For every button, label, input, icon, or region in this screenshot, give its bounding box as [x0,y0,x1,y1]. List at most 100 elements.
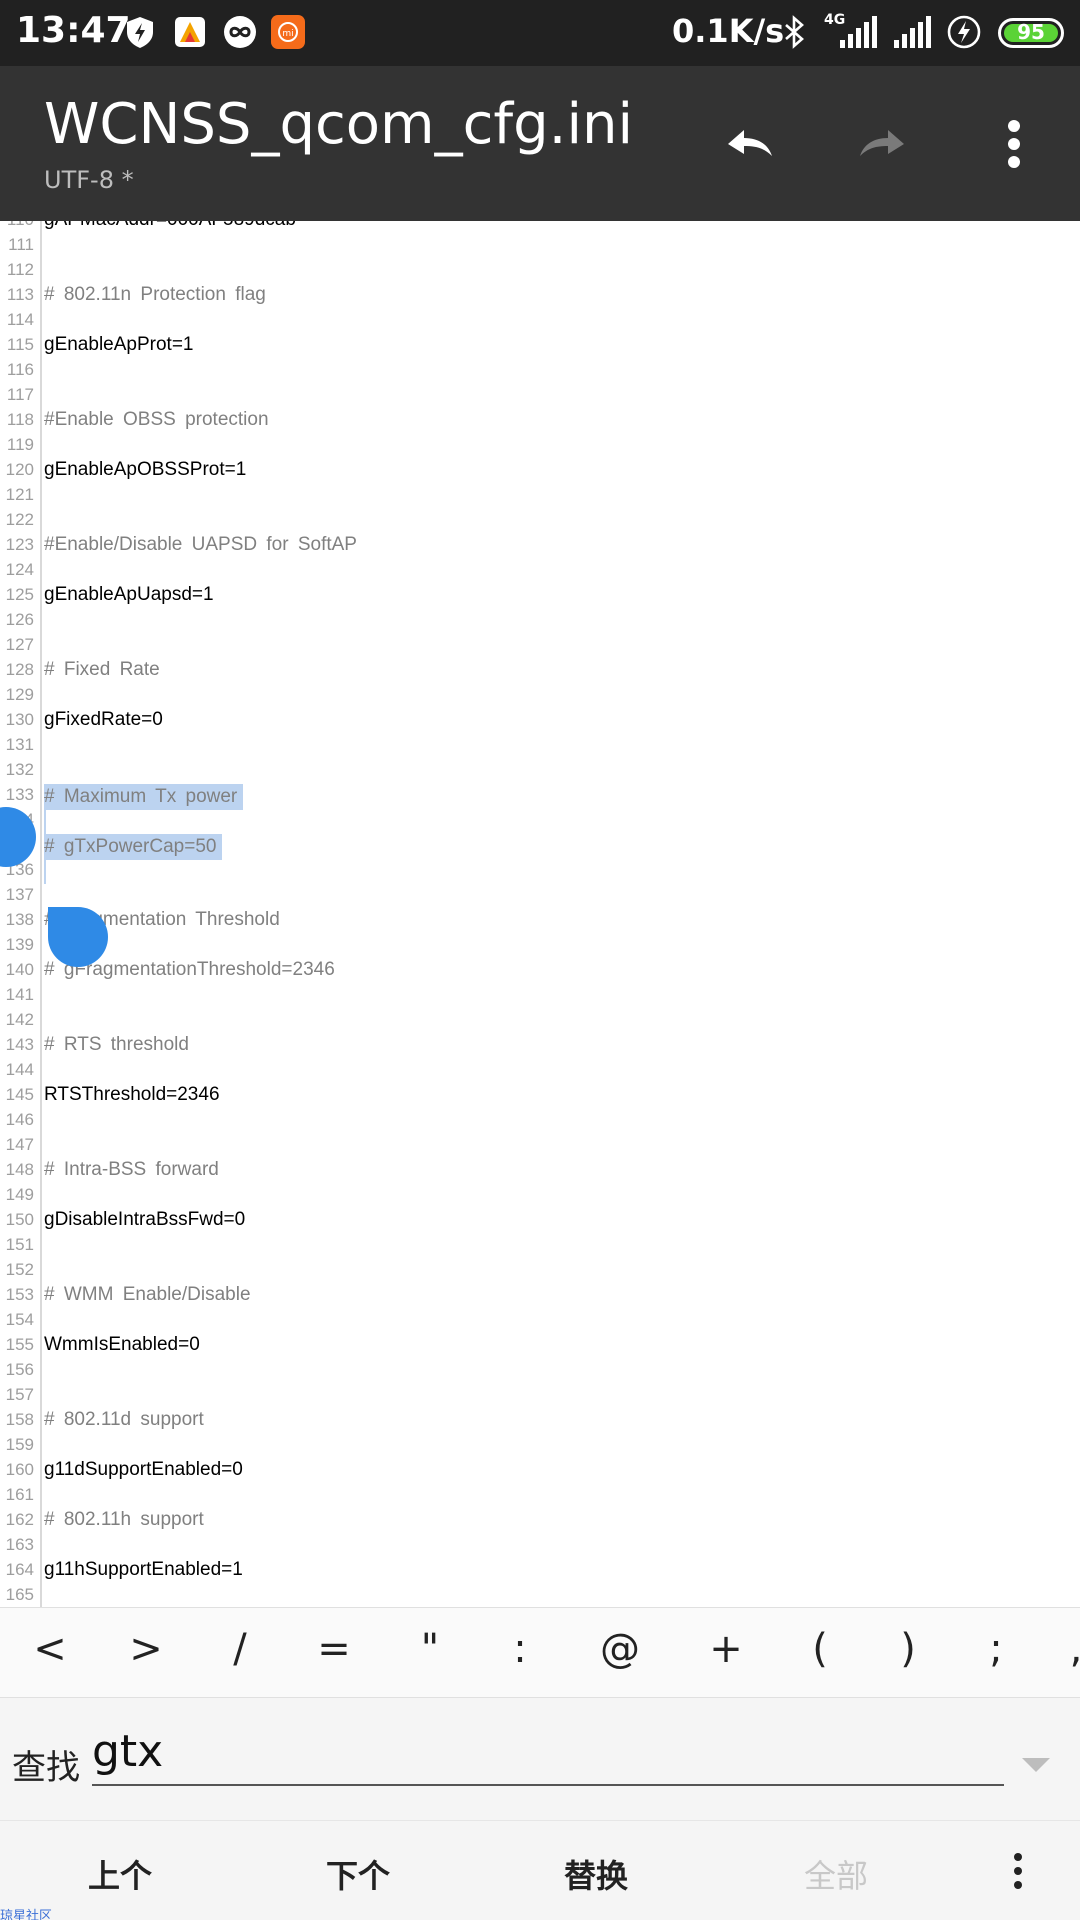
comment-text: # Intra-BSS forward [44,1159,219,1180]
code-line[interactable]: 153 # WMM Enable/Disable [0,1284,1080,1309]
code-line[interactable]: 151 [0,1234,1080,1259]
line-number: 123 [5,535,34,554]
more-vert-icon[interactable] [974,104,1054,184]
code-line[interactable]: 159 [0,1434,1080,1459]
line-number: 121 [5,485,34,504]
comment-text: #Enable/Disable UAPSD for SoftAP [44,534,357,555]
code-line[interactable]: 161 [0,1484,1080,1509]
symbol-key[interactable]: ( [790,1626,850,1672]
code-line[interactable]: 141 [0,984,1080,1009]
code-line[interactable]: 154 [0,1309,1080,1334]
code-line[interactable]: 112 [0,259,1080,284]
symbol-key[interactable]: ; [966,1626,1026,1672]
code-line[interactable]: 134 [0,809,1080,834]
code-line[interactable]: 127 [0,634,1080,659]
code-line[interactable]: 133 # Maximum Tx power [0,784,1080,810]
code-editor[interactable]: 110 gAPMacAddr=000AF589dcab 111 112 113 # 802… [0,221,1080,1607]
code-line[interactable]: 132 [0,759,1080,784]
code-line[interactable]: 135# gTxPowerCap=50 [0,834,1080,860]
code-line[interactable]: 119 [0,434,1080,459]
code-line[interactable]: 158 # 802.11d support [0,1409,1080,1434]
watermark-text: 琼星社区 [0,1909,53,1920]
symbol-key[interactable]: > [116,1626,176,1672]
symbol-key[interactable]: / [210,1626,270,1672]
code-line[interactable]: 164 g11hSupportEnabled=1 [0,1559,1080,1584]
code-line[interactable]: 125 gEnableApUapsd=1 [0,584,1080,609]
code-line[interactable]: 163 [0,1534,1080,1559]
code-line[interactable]: 150 gDisableIntraBssFwd=0 [0,1209,1080,1234]
symbol-key[interactable]: ) [878,1626,938,1672]
code-line[interactable]: 149 [0,1184,1080,1209]
line-number: 127 [5,635,34,654]
config-value-text: RTSThreshold=2346 [44,1084,220,1105]
line-number: 159 [5,1435,34,1454]
code-line[interactable]: 123 #Enable/Disable UAPSD for SoftAP [0,534,1080,559]
code-line[interactable]: 155 WmmIsEnabled=0 [0,1334,1080,1359]
symbol-key[interactable]: : [490,1626,550,1672]
code-line[interactable]: 120 gEnableApOBSSProt=1 [0,459,1080,484]
code-line[interactable]: 148 # Intra-BSS forward [0,1159,1080,1184]
code-line[interactable]: 139 [0,934,1080,959]
code-line[interactable]: 160 g11dSupportEnabled=0 [0,1459,1080,1484]
code-line[interactable]: 157 [0,1384,1080,1409]
symbol-key[interactable]: " [400,1626,460,1672]
code-line[interactable]: 143 # RTS threshold [0,1034,1080,1059]
line-number: 119 [6,435,34,454]
status-bar: 13:47 mi 0.1K/s 4G 95 [0,0,1080,66]
code-line[interactable]: 124 [0,559,1080,584]
code-line[interactable]: 136 [0,859,1080,884]
symbol-key[interactable]: < [20,1626,80,1672]
code-line[interactable]: 113 # 802.11n Protection flag [0,284,1080,309]
code-line[interactable]: 165 [0,1584,1080,1607]
status-time: 13:47 [16,10,131,51]
code-line[interactable]: 114 [0,309,1080,334]
mi-icon: mi [271,15,305,49]
code-line[interactable]: 130 gFixedRate=0 [0,709,1080,734]
line-number: 118 [6,410,34,429]
code-line[interactable]: 140 # gFragmentationThreshold=2346 [0,959,1080,984]
next-button[interactable]: 下个 [278,1851,438,1897]
code-line[interactable]: 117 [0,384,1080,409]
code-line[interactable]: 116 [0,359,1080,384]
code-line[interactable]: 126 [0,609,1080,634]
redo-icon[interactable] [842,104,922,184]
code-line[interactable]: 131 [0,734,1080,759]
code-line[interactable]: 162 # 802.11h support [0,1509,1080,1534]
code-line[interactable]: 118 #Enable OBSS protection [0,409,1080,434]
code-line[interactable]: 111 [0,234,1080,259]
line-number: 149 [5,1185,34,1204]
prev-button[interactable]: 上个 [40,1851,200,1897]
symbol-key[interactable]: + [696,1626,756,1672]
code-line[interactable]: 146 [0,1109,1080,1134]
replace-button[interactable]: 替换 [516,1851,676,1897]
symbol-key[interactable]: , [1046,1626,1080,1672]
line-number: 133 [5,785,34,804]
code-line[interactable]: 147 [0,1134,1080,1159]
more-vert-icon[interactable] [996,1849,1040,1893]
code-line[interactable]: 110 gAPMacAddr=000AF589dcab [0,221,1080,234]
line-number: 158 [5,1410,34,1429]
dropdown-triangle-icon[interactable] [1022,1758,1050,1772]
undo-icon[interactable] [710,104,790,184]
symbol-key[interactable]: @ [590,1626,650,1672]
comment-text: # WMM Enable/Disable [44,1284,251,1305]
code-line[interactable]: 122 [0,509,1080,534]
code-line[interactable]: 129 [0,684,1080,709]
config-value-text [44,859,46,884]
code-line[interactable]: 156 [0,1359,1080,1384]
code-line[interactable]: 144 [0,1059,1080,1084]
code-line[interactable]: 152 [0,1259,1080,1284]
find-input[interactable]: gtx [92,1726,1004,1786]
symbol-key[interactable]: = [304,1626,364,1672]
code-line[interactable]: 137 [0,884,1080,909]
config-value-text: gEnableApUapsd=1 [44,584,214,605]
code-line[interactable]: 128 # Fixed Rate [0,659,1080,684]
code-line[interactable]: 121 [0,484,1080,509]
line-number: 128 [5,660,34,679]
code-line[interactable]: 115 gEnableApProt=1 [0,334,1080,359]
code-line[interactable]: 142 [0,1009,1080,1034]
replace-all-button[interactable]: 全部 [756,1851,916,1897]
selection-end-handle[interactable] [48,907,108,967]
code-line[interactable]: 145 RTSThreshold=2346 [0,1084,1080,1109]
code-line[interactable]: 138 # Fragmentation Threshold [0,909,1080,934]
